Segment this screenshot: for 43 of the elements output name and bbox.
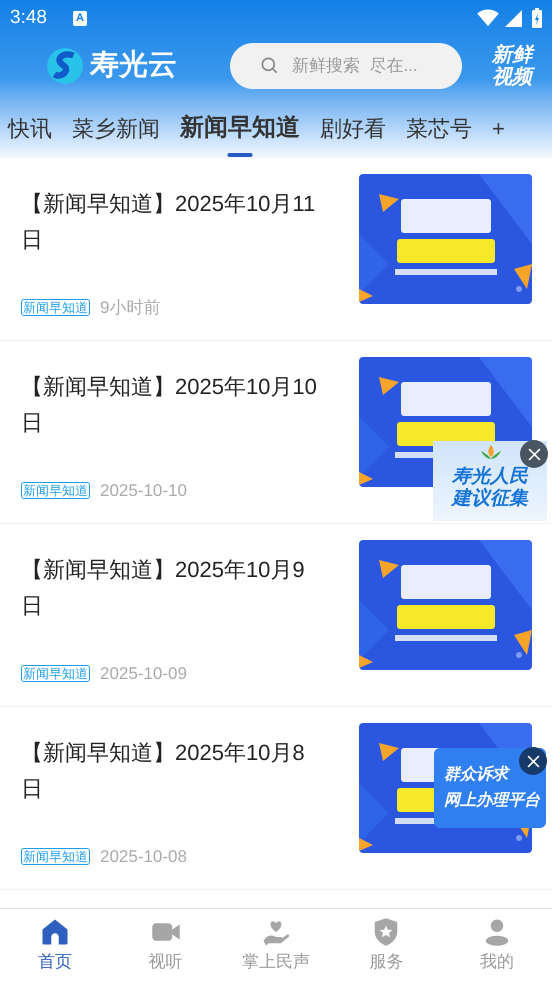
signal-icon	[505, 10, 522, 26]
search-field[interactable]: 新鲜搜索 尽在...	[230, 43, 462, 89]
article-tag: 新闻早知道	[21, 298, 90, 316]
leaf-logo-icon	[481, 445, 501, 461]
category-tab[interactable]: 剧好看	[320, 108, 386, 148]
app-logo-text: 寿光云	[90, 48, 178, 84]
category-tab[interactable]: 菜芯号	[406, 108, 472, 148]
floating-banner[interactable]: 群众诉求 网上办理平台	[434, 748, 546, 828]
banner-text: 网上办理平台	[444, 790, 540, 811]
floating-banner[interactable]: 寿光人民 建议征集	[433, 441, 547, 521]
category-tab[interactable]: +	[492, 108, 505, 148]
banner-text: 建议征集	[452, 488, 528, 510]
article-time: 2025-10-08	[100, 846, 187, 868]
article-time: 9小时前	[100, 296, 160, 318]
article-time: 2025-10-09	[100, 662, 187, 684]
close-icon	[526, 754, 540, 768]
category-tab[interactable]: 快讯	[8, 108, 52, 148]
article-title: 【新闻早知道】2025年10月9日	[21, 556, 306, 620]
close-button[interactable]	[519, 747, 547, 775]
category-tab[interactable]: 菜乡新闻	[72, 108, 160, 148]
article-tag: 新闻早知道	[21, 848, 90, 865]
banner-text: 寿光人民	[452, 466, 528, 488]
status-time: 3:48	[10, 6, 47, 30]
close-icon	[528, 448, 540, 460]
article-card[interactable]: 【新闻早知道】2025年10月9日 新闻早知道 2025-10-09	[0, 524, 552, 707]
search-icon	[260, 56, 279, 75]
article-tag: 新闻早知道	[21, 482, 90, 499]
nav-tab[interactable]: 首页	[0, 909, 110, 983]
article-title: 【新闻早知道】2025年10月10日	[21, 373, 318, 437]
tab-indicator	[228, 153, 252, 157]
home-icon	[40, 917, 70, 948]
notification-icon: A	[72, 10, 87, 26]
wifi-icon	[477, 9, 499, 27]
category-tab[interactable]: 新闻早知道	[180, 108, 300, 148]
article-title: 【新闻早知道】2025年10月11日	[21, 190, 316, 254]
article-title: 【新闻早知道】2025年10月8日	[21, 739, 306, 803]
banner-text: 群众诉求	[444, 764, 508, 785]
article-tag: 新闻早知道	[21, 664, 90, 682]
article-time: 2025-10-10	[100, 480, 187, 502]
close-button[interactable]	[520, 440, 548, 468]
battery-icon	[532, 8, 542, 28]
article-card[interactable]: 【新闻早知道】2025年10月11日 新闻早知道 9小时前	[0, 158, 552, 341]
logo-icon	[44, 45, 86, 87]
